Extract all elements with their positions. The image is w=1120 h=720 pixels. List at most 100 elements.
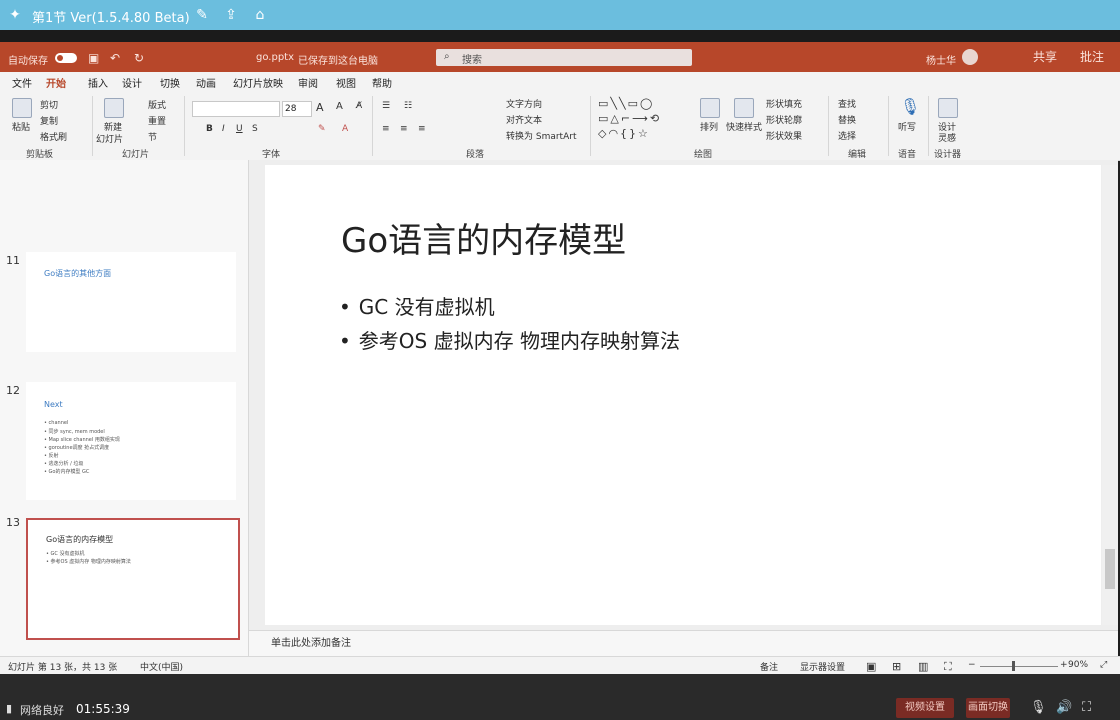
slide-thumbnail-11[interactable]: Go语言的其他方面: [26, 252, 236, 352]
slide-thumbnail-12[interactable]: Next • channel • 同步 sync, mem model • Ma…: [26, 382, 236, 500]
slide-sorter-icon[interactable]: ⊞: [892, 660, 901, 673]
numbering-icon[interactable]: ☷: [404, 101, 412, 111]
cut-button[interactable]: 剪切: [40, 98, 58, 111]
current-slide[interactable]: Go语言的内存模型 GC 没有虚拟机 参考OS 虚拟内存 物理内存映射算法: [265, 165, 1101, 625]
switch-view-button[interactable]: 画面切换: [966, 698, 1010, 718]
quick-styles-button[interactable]: 快速样式: [726, 120, 762, 133]
volume-icon[interactable]: 🔊: [1056, 700, 1072, 715]
reset-button[interactable]: 重置: [148, 114, 166, 127]
zoom-out-icon[interactable]: −: [968, 660, 976, 670]
tab-file[interactable]: 文件: [12, 75, 32, 90]
align-text-button[interactable]: 对齐文本: [506, 113, 542, 126]
find-button[interactable]: 查找: [838, 97, 856, 110]
video-settings-button[interactable]: 视频设置: [896, 698, 954, 718]
microphone-icon[interactable]: 🎙: [1030, 700, 1047, 715]
italic-icon[interactable]: I: [222, 124, 225, 134]
arrange-button[interactable]: 排列: [700, 120, 718, 133]
slide-thumbnail-13[interactable]: Go语言的内存模型 • GC 没有虚拟机 • 参考OS 虚拟内存 物理内存映射算…: [26, 518, 240, 640]
text-direction-button[interactable]: 文字方向: [506, 97, 542, 110]
tab-design[interactable]: 设计: [122, 75, 142, 90]
designer-button-line2[interactable]: 灵感: [938, 131, 956, 144]
underline-icon[interactable]: U: [236, 124, 243, 134]
dictate-button[interactable]: 听写: [898, 120, 916, 133]
highlight-icon[interactable]: ✎: [318, 124, 326, 134]
shapes-gallery-icon-row3[interactable]: ◇◠{}☆: [598, 127, 650, 140]
display-settings-button[interactable]: 显示器设置: [800, 660, 845, 673]
comments-button[interactable]: 批注: [1080, 48, 1104, 65]
autosave-toggle[interactable]: [55, 53, 77, 63]
undo-icon[interactable]: ↶: [110, 51, 120, 65]
font-color-icon[interactable]: A: [342, 124, 348, 134]
paste-icon[interactable]: [12, 98, 32, 118]
save-icon[interactable]: ▣: [88, 51, 99, 65]
language-indicator[interactable]: 中文(中国): [140, 660, 183, 673]
tab-animations[interactable]: 动画: [196, 75, 216, 90]
home-icon[interactable]: ⌂: [251, 6, 269, 24]
share-button[interactable]: 共享: [1033, 48, 1057, 65]
align-right-icon[interactable]: ≡: [418, 124, 426, 134]
zoom-slider-handle[interactable]: [1012, 661, 1015, 671]
notes-pane[interactable]: 单击此处添加备注: [249, 630, 1118, 657]
normal-view-icon[interactable]: ▣: [866, 660, 876, 673]
grow-font-icon[interactable]: A: [316, 101, 324, 114]
avatar[interactable]: [962, 49, 978, 65]
paste-button[interactable]: 粘贴: [12, 120, 30, 133]
new-slide-icon[interactable]: [104, 98, 124, 118]
select-button[interactable]: 选择: [838, 129, 856, 142]
slide-bullet[interactable]: 参考OS 虚拟内存 物理内存映射算法: [339, 325, 680, 354]
shadow-icon[interactable]: S: [252, 124, 258, 134]
tab-insert[interactable]: 插入: [88, 75, 108, 90]
search-input[interactable]: ⌕ 搜索: [436, 49, 692, 66]
thumbnail-bullet: • Go的内存模型 GC: [44, 469, 90, 475]
shapes-gallery-icon[interactable]: ▭╲╲▭◯: [598, 97, 654, 110]
slide-number: 11: [6, 254, 20, 267]
font-name-select[interactable]: [192, 101, 280, 117]
tab-home[interactable]: 开始: [46, 75, 66, 94]
zoom-in-icon[interactable]: +: [1060, 660, 1068, 670]
zoom-slider[interactable]: [980, 666, 1058, 667]
edit-icon[interactable]: ✎: [193, 6, 211, 24]
designer-icon[interactable]: [938, 98, 958, 118]
vertical-scrollbar[interactable]: [1102, 165, 1118, 625]
tab-review[interactable]: 审阅: [298, 75, 318, 90]
fullscreen-icon[interactable]: ⛶: [1082, 700, 1091, 715]
bullets-icon[interactable]: ☰: [382, 101, 390, 111]
shape-outline-button[interactable]: 形状轮廓: [766, 113, 802, 126]
shrink-font-icon[interactable]: A: [336, 101, 343, 112]
smartart-button[interactable]: 转换为 SmartArt: [506, 129, 576, 142]
tab-slideshow[interactable]: 幻灯片放映: [233, 75, 283, 90]
slide-thumbnails-pane[interactable]: 11 Go语言的其他方面 12 Next • channel • 同步 sync…: [0, 160, 249, 656]
tab-transitions[interactable]: 切换: [160, 75, 180, 90]
replace-button[interactable]: 替换: [838, 113, 856, 126]
user-name[interactable]: 杨士华: [926, 52, 956, 67]
quick-styles-icon[interactable]: [734, 98, 754, 118]
redo-icon[interactable]: ↻: [134, 51, 144, 65]
tab-help[interactable]: 帮助: [372, 75, 392, 90]
align-left-icon[interactable]: ≡: [382, 124, 390, 134]
reading-view-icon[interactable]: ▥: [918, 660, 928, 673]
new-slide-button-line2[interactable]: 幻灯片: [96, 132, 123, 145]
align-center-icon[interactable]: ≡: [400, 124, 408, 134]
copy-button[interactable]: 复制: [40, 114, 58, 127]
zoom-level[interactable]: 90%: [1068, 660, 1088, 670]
layout-button[interactable]: 版式: [148, 98, 166, 111]
format-painter-button[interactable]: 格式刷: [40, 130, 67, 143]
shape-fill-button[interactable]: 形状填充: [766, 97, 802, 110]
notes-button[interactable]: 备注: [760, 660, 778, 673]
clear-format-icon[interactable]: A̸: [356, 101, 362, 111]
shapes-gallery-icon-row2[interactable]: ▭△⌐⟶⟲: [598, 112, 661, 125]
slide-title[interactable]: Go语言的内存模型: [341, 213, 626, 262]
microphone-icon[interactable]: 🎙: [900, 97, 920, 116]
bold-icon[interactable]: B: [206, 124, 213, 134]
shape-effects-button[interactable]: 形状效果: [766, 129, 802, 142]
section-button[interactable]: 节: [148, 130, 157, 143]
slideshow-icon[interactable]: ⛶: [944, 660, 952, 674]
notes-placeholder[interactable]: 单击此处添加备注: [271, 634, 351, 649]
slide-bullet[interactable]: GC 没有虚拟机: [339, 291, 495, 320]
tab-view[interactable]: 视图: [336, 75, 356, 90]
share-icon[interactable]: ⇪: [222, 6, 240, 24]
scrollbar-thumb[interactable]: [1105, 549, 1115, 589]
font-size-select[interactable]: 28: [282, 101, 312, 117]
fit-to-window-icon[interactable]: ⤢: [1100, 660, 1107, 670]
arrange-icon[interactable]: [700, 98, 720, 118]
